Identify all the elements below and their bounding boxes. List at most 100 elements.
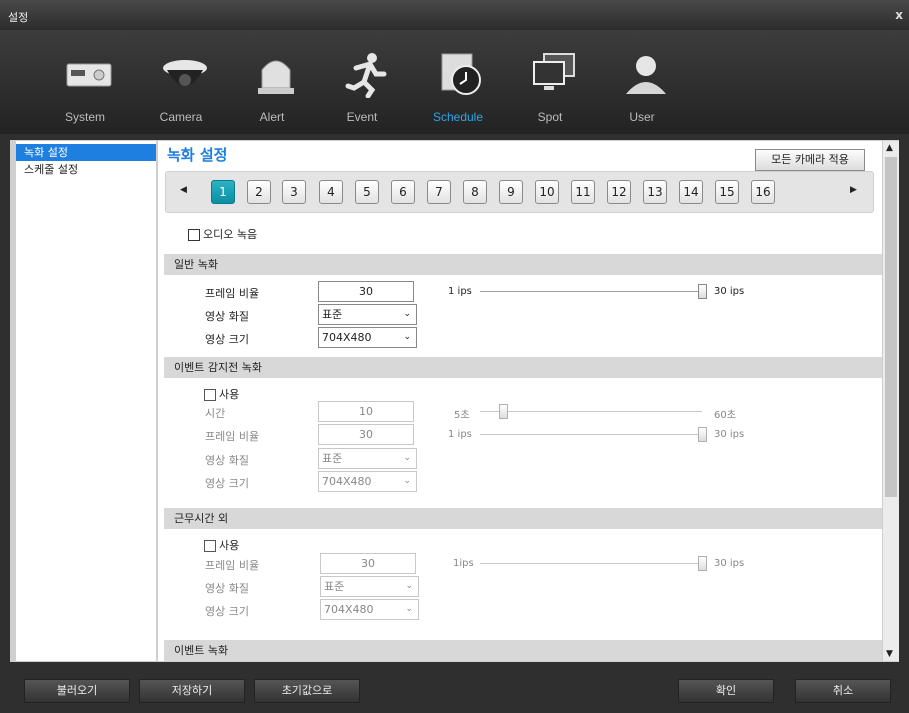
off-hours-section: 근무시간 외 bbox=[164, 508, 882, 529]
channel-button-13[interactable]: 13 bbox=[643, 180, 667, 204]
monitor-icon bbox=[66, 63, 112, 87]
title-bar: 설정 x bbox=[0, 0, 909, 31]
pre-frame-rate-track bbox=[480, 434, 702, 435]
tab-camera[interactable]: Camera bbox=[136, 30, 226, 134]
channel-button-11[interactable]: 11 bbox=[571, 180, 595, 204]
chevron-down-icon: ⌄ bbox=[403, 309, 411, 319]
main-panel: 녹화 설정 모든 카메라 적용 ◀ 1 2 3 4 5 6 7 8 9 10 1… bbox=[158, 141, 882, 661]
scroll-down-icon[interactable]: ▼ bbox=[886, 649, 893, 659]
channel-button-2[interactable]: 2 bbox=[247, 180, 271, 204]
sidebar-item-record-settings[interactable]: 녹화 설정 bbox=[16, 144, 156, 161]
defaults-button[interactable]: 초기값으로 bbox=[254, 679, 360, 703]
frame-rate-input[interactable]: 30 bbox=[318, 281, 414, 302]
audio-record-checkbox[interactable] bbox=[188, 229, 200, 241]
time-label: 시간 bbox=[205, 407, 226, 420]
off-quality-label: 영상 화질 bbox=[205, 582, 249, 595]
load-button[interactable]: 불러오기 bbox=[24, 679, 130, 703]
chevron-down-icon: ⌄ bbox=[403, 332, 411, 342]
chevron-down-icon: ⌄ bbox=[405, 604, 413, 614]
scroll-up-icon[interactable]: ▲ bbox=[886, 143, 893, 153]
chevron-down-icon: ⌄ bbox=[403, 453, 411, 463]
close-button[interactable]: x bbox=[895, 8, 903, 22]
event-record-section: 이벤트 녹화 bbox=[164, 640, 882, 661]
pre-event-use-label: 사용 bbox=[219, 388, 240, 401]
pre-size-select[interactable]: 704X480 ⌄ bbox=[318, 471, 417, 492]
frame-rate-track bbox=[480, 291, 702, 292]
channel-button-9[interactable]: 9 bbox=[499, 180, 523, 204]
tab-system[interactable]: System bbox=[40, 30, 130, 134]
size-value: 704X480 bbox=[322, 331, 372, 344]
pre-frame-rate-slider[interactable] bbox=[698, 427, 707, 442]
tab-label: Event bbox=[346, 110, 378, 124]
quality-label: 영상 화질 bbox=[205, 310, 249, 323]
pre-frame-rate-input[interactable]: 30 bbox=[318, 424, 414, 445]
channel-button-5[interactable]: 5 bbox=[355, 180, 379, 204]
tab-event[interactable]: Event bbox=[317, 30, 407, 134]
tab-label: Spot bbox=[537, 110, 563, 124]
channel-button-4[interactable]: 4 bbox=[319, 180, 343, 204]
pre-event-use-option[interactable]: 사용 bbox=[204, 386, 239, 402]
sidebar-item-schedule-settings[interactable]: 스케줄 설정 bbox=[16, 161, 156, 178]
section-title: 이벤트 녹화 bbox=[174, 644, 229, 657]
pre-quality-select[interactable]: 표준 ⌄ bbox=[318, 448, 417, 469]
tab-label: Camera bbox=[159, 110, 203, 124]
channel-button-7[interactable]: 7 bbox=[427, 180, 451, 204]
off-size-select[interactable]: 704X480 ⌄ bbox=[320, 599, 419, 620]
off-size-label: 영상 크기 bbox=[205, 605, 249, 618]
cancel-button[interactable]: 취소 bbox=[795, 679, 891, 703]
general-record-section: 일반 녹화 bbox=[164, 254, 882, 275]
pre-quality-label: 영상 화질 bbox=[205, 454, 249, 467]
tab-schedule[interactable]: Schedule bbox=[413, 30, 503, 134]
off-frame-rate-label: 프레임 비율 bbox=[205, 559, 260, 572]
time-max-label: 60초 bbox=[714, 410, 736, 421]
channel-button-10[interactable]: 10 bbox=[535, 180, 559, 204]
channel-button-12[interactable]: 12 bbox=[607, 180, 631, 204]
tab-label: Schedule bbox=[432, 110, 484, 124]
frame-rate-slider[interactable] bbox=[698, 284, 707, 299]
channel-button-16[interactable]: 16 bbox=[751, 180, 775, 204]
off-hours-use-option[interactable]: 사용 bbox=[204, 537, 239, 553]
ok-button[interactable]: 확인 bbox=[678, 679, 774, 703]
channel-prev-icon[interactable]: ◀ bbox=[180, 185, 187, 195]
tab-user[interactable]: User bbox=[597, 30, 687, 134]
tab-spot[interactable]: Spot bbox=[505, 30, 595, 134]
page-title: 녹화 설정 bbox=[167, 146, 228, 164]
audio-record-option[interactable]: 오디오 녹음 bbox=[188, 226, 257, 242]
vertical-scrollbar[interactable]: ▲ ▼ bbox=[883, 141, 899, 661]
quality-select[interactable]: 표준 ⌄ bbox=[318, 304, 417, 325]
running-person-icon bbox=[345, 53, 387, 98]
channel-button-15[interactable]: 15 bbox=[715, 180, 739, 204]
off-quality-value: 표준 bbox=[324, 580, 345, 593]
chevron-down-icon: ⌄ bbox=[405, 581, 413, 591]
channel-button-1[interactable]: 1 bbox=[211, 180, 235, 204]
off-quality-select[interactable]: 표준 ⌄ bbox=[320, 576, 419, 597]
size-label: 영상 크기 bbox=[205, 333, 249, 346]
tab-label: System bbox=[64, 110, 105, 124]
off-hours-use-checkbox[interactable] bbox=[204, 540, 216, 552]
alarm-light-icon bbox=[258, 60, 294, 94]
section-title: 이벤트 감지전 녹화 bbox=[174, 361, 262, 374]
time-slider[interactable] bbox=[499, 404, 508, 419]
pre-slider-max-label: 30 ips bbox=[714, 429, 745, 440]
time-min-label: 5초 bbox=[454, 410, 470, 421]
quality-value: 표준 bbox=[322, 308, 343, 321]
tab-alert[interactable]: Alert bbox=[227, 30, 317, 134]
channel-button-3[interactable]: 3 bbox=[282, 180, 306, 204]
time-input[interactable]: 10 bbox=[318, 401, 414, 422]
pre-event-use-checkbox[interactable] bbox=[204, 389, 216, 401]
channel-button-6[interactable]: 6 bbox=[391, 180, 415, 204]
channel-selector: ◀ 1 2 3 4 5 6 7 8 9 10 11 12 13 14 15 16… bbox=[165, 171, 874, 213]
channel-next-icon[interactable]: ▶ bbox=[850, 185, 857, 195]
off-frame-rate-input[interactable]: 30 bbox=[320, 553, 416, 574]
off-frame-rate-slider[interactable] bbox=[698, 556, 707, 571]
off-frame-rate-track bbox=[480, 563, 702, 564]
scroll-thumb[interactable] bbox=[885, 157, 897, 497]
save-button[interactable]: 저장하기 bbox=[139, 679, 245, 703]
apply-all-cameras-button[interactable]: 모든 카메라 적용 bbox=[755, 149, 865, 171]
channel-button-8[interactable]: 8 bbox=[463, 180, 487, 204]
size-select[interactable]: 704X480 ⌄ bbox=[318, 327, 417, 348]
channel-button-14[interactable]: 14 bbox=[679, 180, 703, 204]
tab-label: User bbox=[629, 110, 655, 124]
slider-min-label: 1 ips bbox=[448, 286, 472, 297]
user-icon bbox=[626, 56, 666, 94]
